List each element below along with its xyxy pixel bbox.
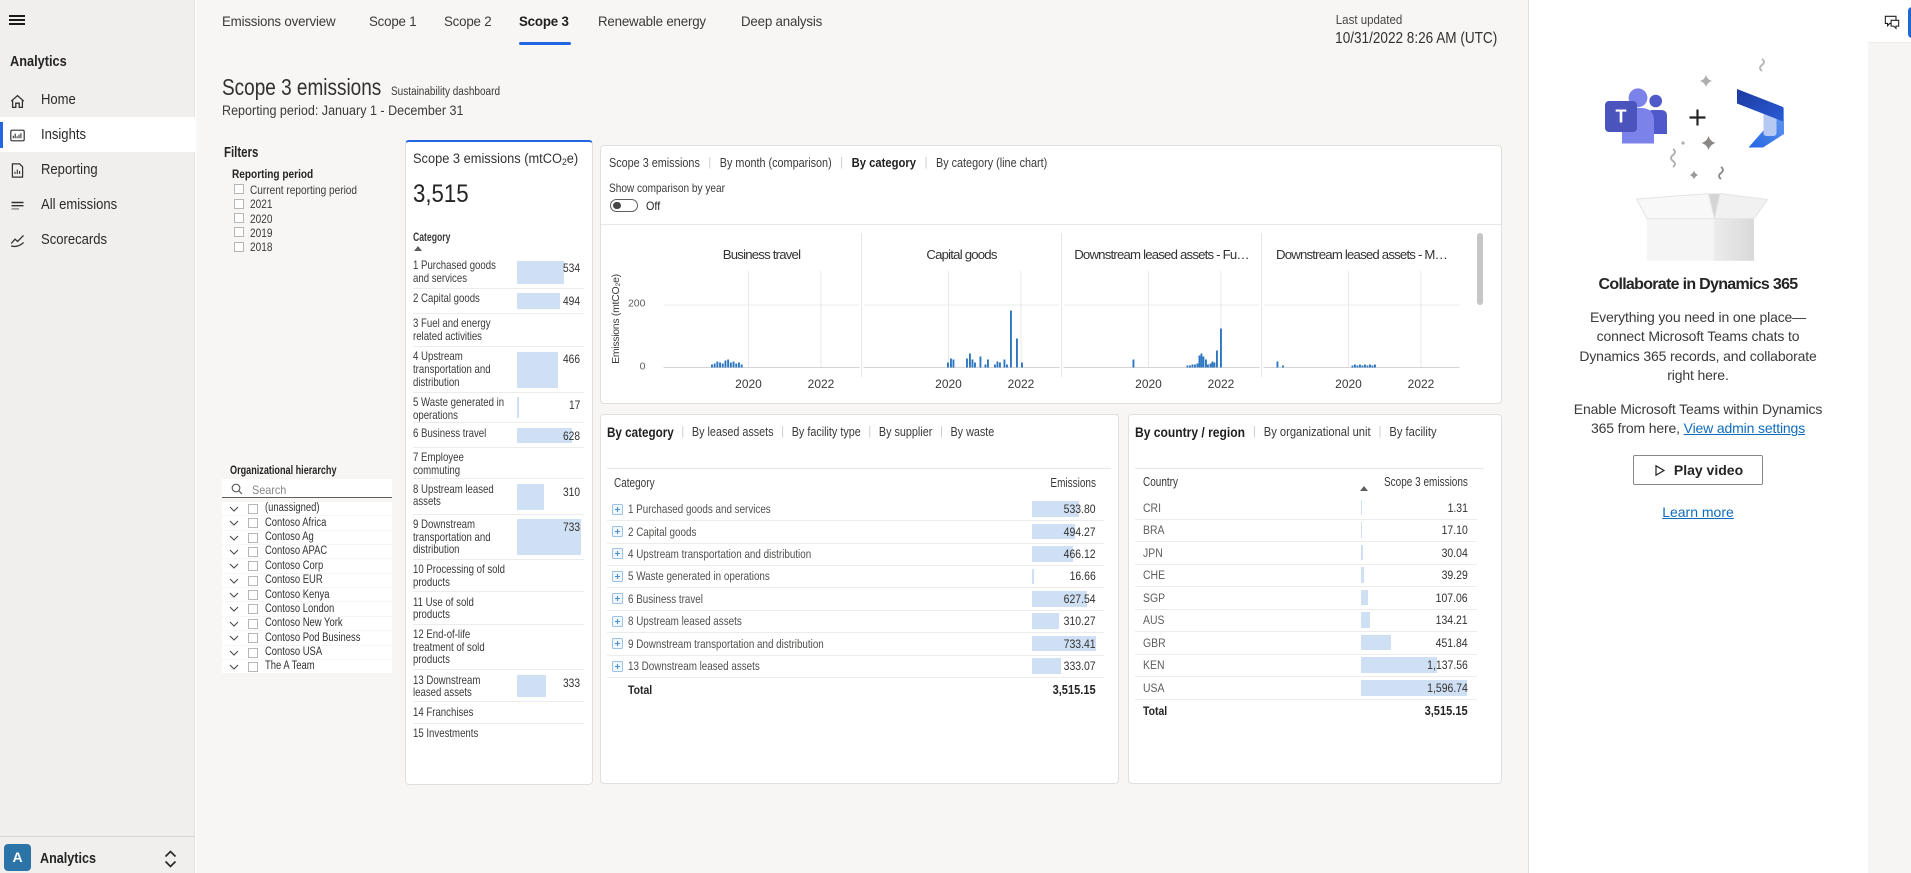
svg-text:2022: 2022 (1008, 377, 1035, 391)
svg-text:2020: 2020 (935, 377, 962, 391)
svg-text:2020: 2020 (1135, 377, 1162, 391)
svg-text:Capital goods: Capital goods (926, 247, 997, 262)
svg-text:2022: 2022 (1208, 377, 1235, 391)
svg-text:2022: 2022 (808, 377, 835, 391)
svg-text:2020: 2020 (735, 377, 762, 391)
svg-text:2020: 2020 (1335, 377, 1362, 391)
svg-text:T: T (1616, 107, 1627, 127)
svg-text:2022: 2022 (1408, 377, 1435, 391)
svg-text:Downstream leased assets - Fu…: Downstream leased assets - Fu… (1074, 247, 1249, 262)
svg-text:Emissions (mtCO₂e): Emissions (mtCO₂e) (610, 274, 622, 364)
svg-text:Downstream leased assets - M…: Downstream leased assets - M… (1276, 247, 1447, 262)
svg-text:200: 200 (628, 298, 646, 310)
svg-text:0: 0 (640, 361, 646, 373)
svg-text:Business travel: Business travel (723, 247, 801, 262)
